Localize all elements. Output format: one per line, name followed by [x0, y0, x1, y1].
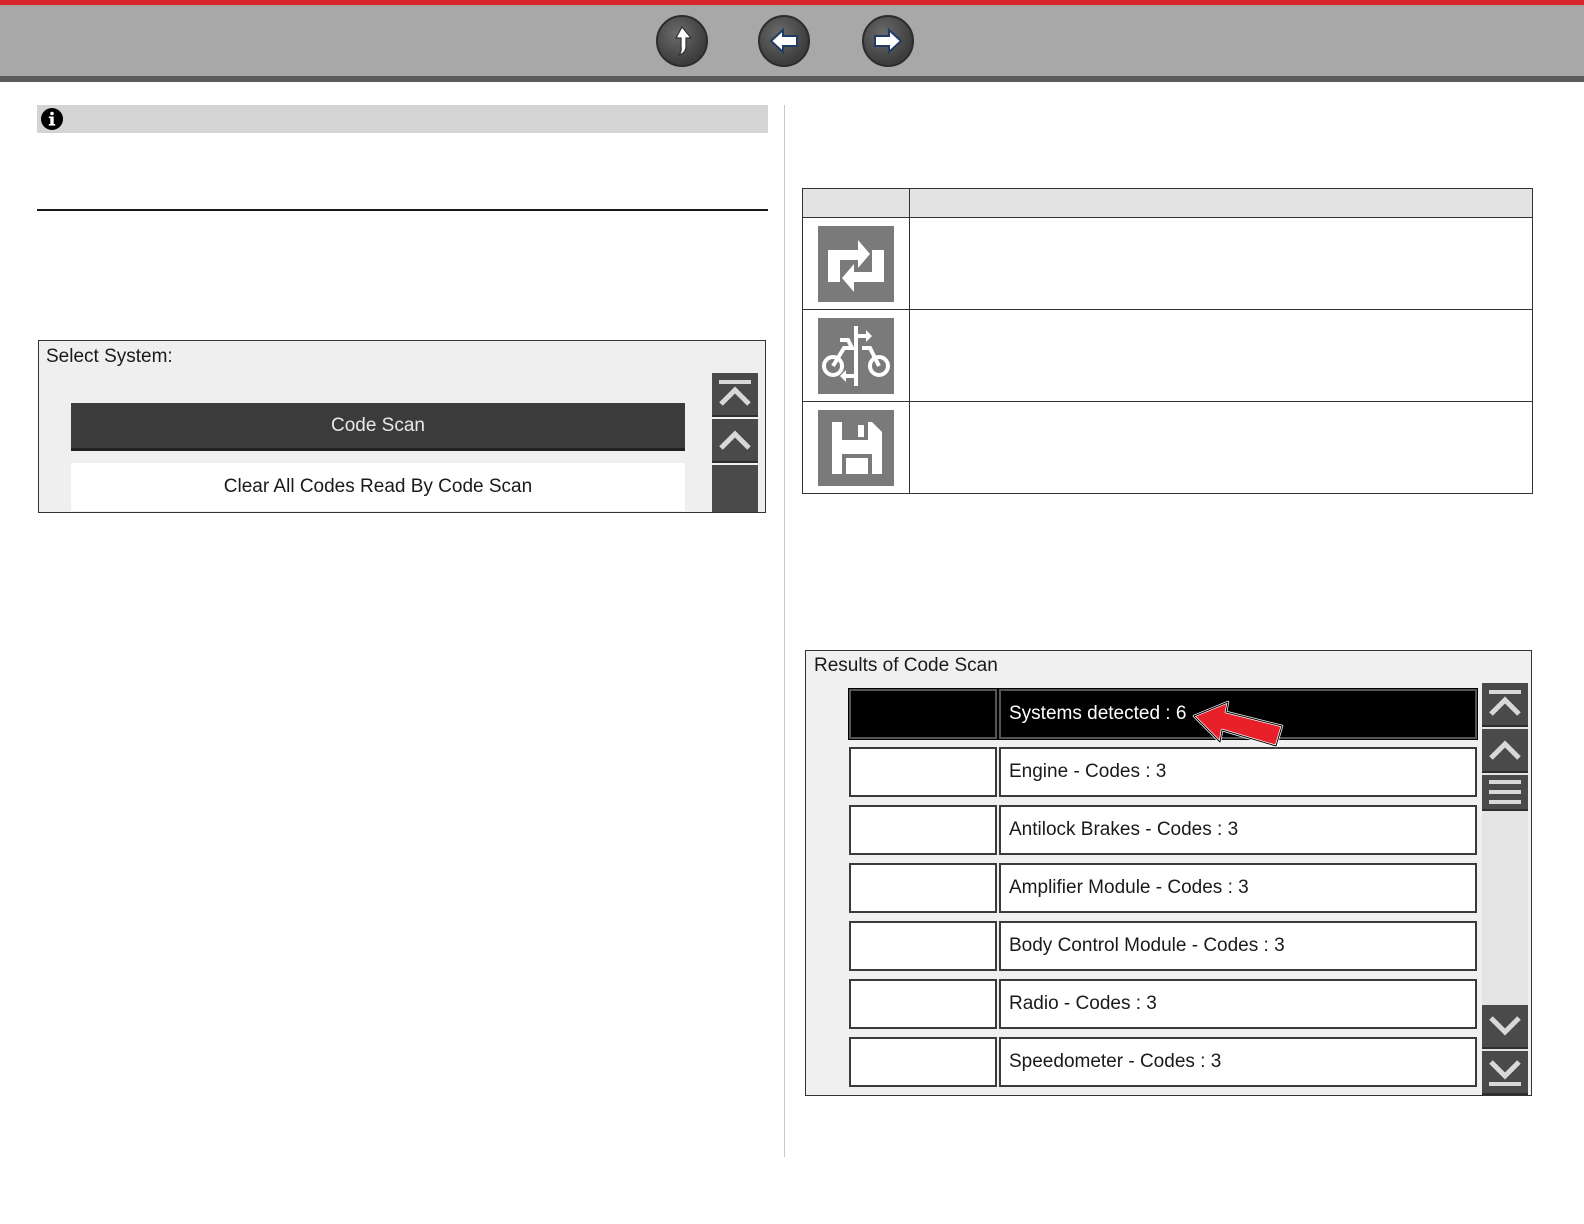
select-system-panel: Select System: Code Scan Clear All Codes…: [38, 340, 766, 513]
forward-button[interactable]: [862, 15, 914, 67]
result-row-left-cell: [849, 863, 997, 913]
back-button[interactable]: [758, 15, 810, 67]
note-bar: [37, 105, 768, 133]
header-cell: [802, 188, 910, 218]
forward-icon: [874, 27, 903, 55]
icon-cell: [802, 401, 910, 494]
scroll-thumb[interactable]: [1482, 775, 1528, 811]
scroll-top-icon: [719, 380, 751, 406]
save-icon: [818, 409, 894, 486]
result-row-label[interactable]: Radio - Codes : 3: [999, 979, 1477, 1029]
result-row-amplifier-module[interactable]: Amplifier Module - Codes : 3: [849, 863, 1477, 913]
column-divider: [784, 105, 785, 1157]
table-row: [802, 401, 1533, 494]
scroll-up-button[interactable]: [712, 419, 758, 463]
top-toolbar: [0, 0, 1584, 82]
chevron-up-icon: [719, 430, 751, 450]
code-scan-item[interactable]: Code Scan: [71, 403, 685, 451]
scrollbar-track[interactable]: [712, 465, 758, 512]
result-row-left-cell: [848, 688, 998, 740]
back-icon: [769, 27, 798, 55]
results-panel: Results of Code Scan Systems detected : …: [805, 650, 1532, 1096]
icon-table: [802, 188, 1533, 494]
table-row: [802, 309, 1533, 402]
icon-cell: [802, 217, 910, 310]
chevron-up-icon: [1489, 740, 1521, 760]
result-row-antilock-brakes[interactable]: Antilock Brakes - Codes : 3: [849, 805, 1477, 855]
home-button[interactable]: [656, 15, 708, 67]
scroll-top-icon: [1489, 690, 1521, 716]
description-cell: [909, 217, 1533, 310]
description-cell: [909, 401, 1533, 494]
swap-icon: [818, 225, 894, 302]
menu-icon: [1489, 780, 1521, 804]
result-row-label[interactable]: Body Control Module - Codes : 3: [999, 921, 1477, 971]
chevron-down-icon: [1489, 1016, 1521, 1036]
result-row-left-cell: [849, 921, 997, 971]
scroll-down-button[interactable]: [1482, 1005, 1528, 1049]
table-header: [802, 188, 1533, 218]
description-cell: [909, 309, 1533, 402]
scroll-bottom-button[interactable]: [1482, 1051, 1528, 1095]
result-row-left-cell: [849, 979, 997, 1029]
panel-title: Select System:: [46, 346, 173, 367]
callout-arrow-icon: [1192, 700, 1284, 748]
result-row-label[interactable]: Speedometer - Codes : 3: [999, 1037, 1477, 1087]
section-rule: [37, 209, 768, 211]
result-row-systems-detected[interactable]: Systems detected : 6: [848, 688, 1478, 740]
result-row-left-cell: [849, 747, 997, 797]
scroll-bottom-icon: [1489, 1060, 1521, 1086]
result-row-left-cell: [849, 1037, 997, 1087]
scroll-top-button[interactable]: [1482, 683, 1528, 727]
result-row-engine[interactable]: Engine - Codes : 3: [849, 747, 1477, 797]
panel-title: Results of Code Scan: [814, 655, 998, 676]
result-row-left-cell: [849, 805, 997, 855]
scroll-top-button[interactable]: [712, 373, 758, 417]
result-row-radio[interactable]: Radio - Codes : 3: [849, 979, 1477, 1029]
icon-cell: [802, 309, 910, 402]
table-row: [802, 217, 1533, 310]
result-row-label[interactable]: Antilock Brakes - Codes : 3: [999, 805, 1477, 855]
result-row-label[interactable]: Amplifier Module - Codes : 3: [999, 863, 1477, 913]
home-icon: [674, 25, 693, 57]
header-cell: [909, 188, 1533, 218]
scroll-up-button[interactable]: [1482, 729, 1528, 773]
result-row-speedometer[interactable]: Speedometer - Codes : 3: [849, 1037, 1477, 1087]
info-icon: [41, 108, 63, 130]
result-row-body-control-module[interactable]: Body Control Module - Codes : 3: [849, 921, 1477, 971]
vehicle-systems-icon: [818, 317, 894, 394]
clear-codes-item[interactable]: Clear All Codes Read By Code Scan: [71, 463, 685, 511]
